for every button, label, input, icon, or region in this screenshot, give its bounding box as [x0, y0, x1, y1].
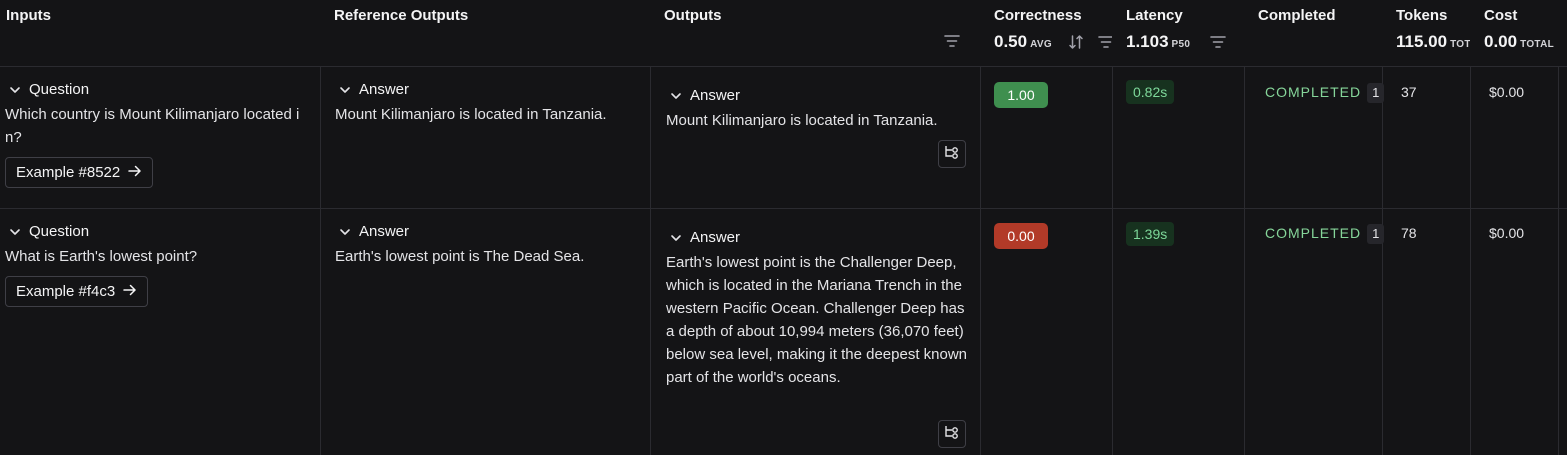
trace-button[interactable]	[938, 420, 966, 448]
reference-label: Answer	[359, 223, 410, 240]
chevron-down-icon	[670, 90, 682, 102]
reference-text: Earth's lowest point is The Dead Sea.	[335, 248, 585, 265]
row-1-output: Answer Mount Kilimanjaro is located in T…	[666, 87, 968, 132]
input-text: Which country is Mount Kilimanjaro locat…	[5, 106, 300, 146]
header-reference-outputs-title: Reference Outputs	[334, 7, 469, 24]
header-completed[interactable]: Completed	[1252, 0, 1382, 67]
filter-icon[interactable]	[1210, 35, 1226, 49]
output-text: Earth's lowest point is the Challenger D…	[666, 254, 968, 386]
header-inputs-title: Inputs	[6, 7, 51, 24]
row-2-reference: Answer Earth's lowest point is The Dead …	[335, 223, 645, 268]
status-count: 1	[1367, 83, 1385, 103]
header-cost[interactable]: Cost 0.00 TOTAL	[1478, 0, 1558, 67]
example-link-button[interactable]: Example #f4c3	[5, 276, 149, 307]
chevron-down-icon	[339, 226, 351, 238]
row-divider	[0, 208, 1567, 209]
row-2-completed: COMPLETED 1	[1265, 224, 1385, 244]
column-overflow	[1558, 0, 1567, 455]
status-badge: COMPLETED	[1265, 84, 1362, 100]
status-badge: COMPLETED	[1265, 225, 1362, 241]
header-outputs[interactable]: Outputs	[658, 0, 980, 67]
status-count: 1	[1367, 224, 1385, 244]
correctness-avg-value: 0.50	[994, 32, 1028, 51]
output-label: Answer	[690, 87, 741, 104]
output-text: Mount Kilimanjaro is located in Tanzania…	[666, 112, 938, 129]
trace-icon	[944, 425, 960, 443]
cost-total-value: 0.00	[1484, 32, 1518, 51]
latency-p50-unit: P50	[1171, 39, 1191, 50]
correctness-avg-unit: AVG	[1030, 39, 1052, 50]
header-latency[interactable]: Latency 1.103 P50	[1120, 0, 1244, 67]
header-cost-title: Cost	[1484, 7, 1518, 24]
filter-icon[interactable]	[944, 34, 960, 48]
input-text: What is Earth's lowest point?	[5, 248, 198, 265]
reference-section-toggle[interactable]: Answer	[339, 81, 645, 98]
cost-total-unit: TOTAL	[1520, 39, 1554, 50]
row-2-latency: 1.39s	[1126, 222, 1175, 246]
header-inputs[interactable]: Inputs	[0, 0, 320, 67]
output-label: Answer	[690, 229, 741, 246]
row-2-correctness: 0.00	[994, 223, 1048, 249]
row-1-completed: COMPLETED 1	[1265, 83, 1385, 103]
latency-badge: 1.39s	[1126, 222, 1175, 246]
tokens-total-unit: TOTAL	[1450, 39, 1470, 50]
latency-badge: 0.82s	[1126, 80, 1175, 104]
tokens-total-value: 115.00	[1396, 32, 1448, 51]
input-label: Question	[29, 223, 90, 240]
header-reference-outputs[interactable]: Reference Outputs	[328, 0, 650, 67]
correctness-summary: 0.50 AVG	[994, 32, 1106, 52]
header-outputs-title: Outputs	[664, 7, 722, 24]
reference-label: Answer	[359, 81, 410, 98]
row-1-tokens: 37	[1401, 84, 1417, 100]
chevron-down-icon	[339, 84, 351, 96]
filter-icon[interactable]	[1098, 35, 1112, 49]
input-section-toggle[interactable]: Question	[9, 81, 310, 98]
header-latency-title: Latency	[1126, 7, 1183, 24]
chevron-down-icon	[9, 84, 21, 96]
sort-icon[interactable]	[1068, 34, 1084, 50]
row-1-reference: Answer Mount Kilimanjaro is located in T…	[335, 81, 645, 126]
example-label: Example #f4c3	[16, 283, 116, 300]
input-section-toggle[interactable]: Question	[9, 223, 310, 240]
chevron-down-icon	[9, 226, 21, 238]
arrow-right-icon	[128, 164, 142, 181]
column-tokens	[1382, 0, 1470, 455]
header-correctness-title: Correctness	[994, 7, 1082, 24]
correctness-score-badge[interactable]: 1.00	[994, 82, 1048, 108]
output-section-toggle[interactable]: Answer	[670, 87, 968, 104]
table-header: Inputs Reference Outputs Outputs Correct…	[0, 0, 1567, 67]
chevron-down-icon	[670, 232, 682, 244]
trace-icon	[944, 145, 960, 163]
cost-summary: 0.00 TOTAL	[1484, 32, 1554, 52]
row-2-tokens: 78	[1401, 225, 1417, 241]
row-2-inputs: Question What is Earth's lowest point? E…	[5, 223, 310, 307]
row-2-output: Answer Earth's lowest point is the Chall…	[666, 229, 968, 389]
row-1-correctness: 1.00	[994, 82, 1048, 108]
reference-text: Mount Kilimanjaro is located in Tanzania…	[335, 106, 607, 123]
latency-p50-value: 1.103	[1126, 32, 1169, 51]
header-correctness[interactable]: Correctness 0.50 AVG	[988, 0, 1112, 67]
example-label: Example #8522	[16, 164, 121, 181]
row-1-inputs: Question Which country is Mount Kilimanj…	[5, 81, 310, 188]
header-tokens-title: Tokens	[1396, 7, 1448, 24]
example-link-button[interactable]: Example #8522	[5, 157, 154, 188]
input-label: Question	[29, 81, 90, 98]
correctness-score-badge[interactable]: 0.00	[994, 223, 1048, 249]
reference-section-toggle[interactable]: Answer	[339, 223, 645, 240]
row-2-cost: $0.00	[1489, 225, 1525, 241]
tokens-summary: 115.00TOTAL	[1396, 32, 1470, 52]
row-1-latency: 0.82s	[1126, 80, 1175, 104]
row-1-cost: $0.00	[1489, 84, 1525, 100]
trace-button[interactable]	[938, 140, 966, 168]
output-section-toggle[interactable]: Answer	[670, 229, 968, 246]
header-completed-title: Completed	[1258, 7, 1336, 24]
arrow-right-icon	[123, 283, 137, 300]
header-tokens[interactable]: Tokens 115.00TOTAL	[1390, 0, 1470, 67]
experiment-results-table: Inputs Reference Outputs Outputs Correct…	[0, 0, 1567, 455]
